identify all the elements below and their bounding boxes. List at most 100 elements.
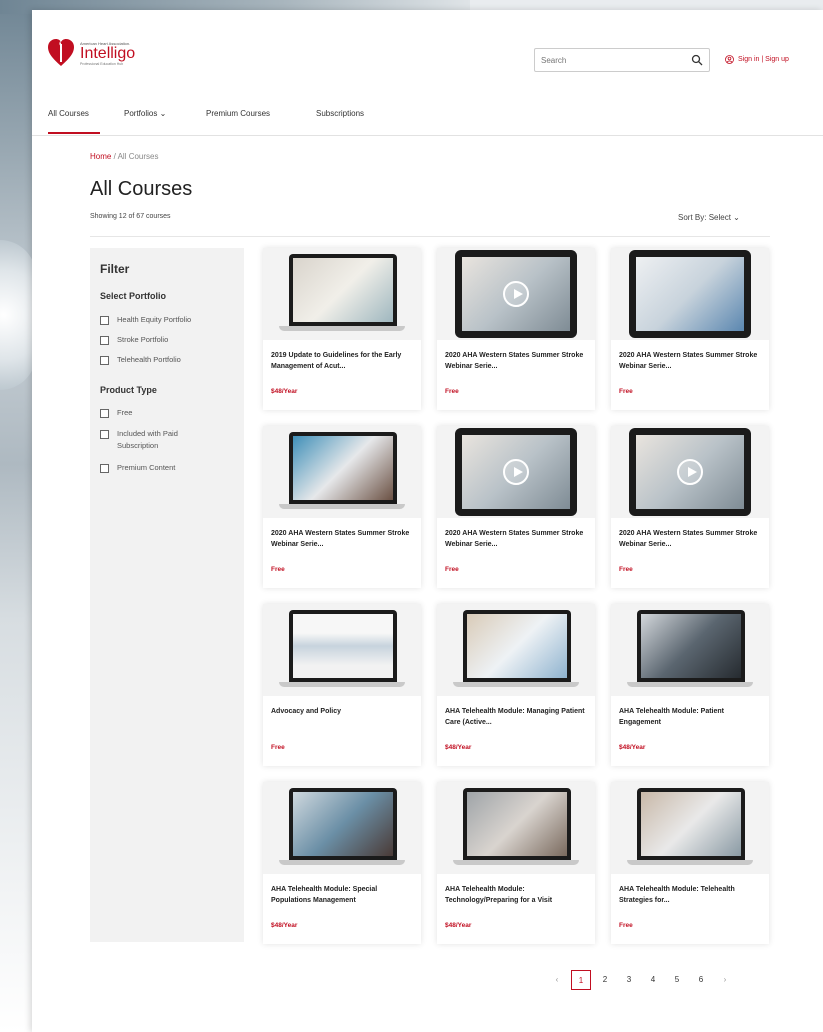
course-title[interactable]: AHA Telehealth Module: Patient Engagemen… (619, 706, 765, 728)
course-title[interactable]: 2020 AHA Western States Summer Stroke We… (445, 350, 591, 372)
pagination-page[interactable]: 1 (571, 970, 591, 990)
course-thumbnail (611, 248, 769, 340)
pagination-page[interactable]: 5 (667, 970, 687, 990)
brand-name: Intelligo (80, 44, 136, 62)
course-price: Free (619, 566, 633, 573)
course-title[interactable]: AHA Telehealth Module: Managing Patient … (445, 706, 591, 728)
pagination-prev[interactable]: ‹ (547, 970, 567, 990)
course-card[interactable]: 2020 AHA Western States Summer Stroke We… (263, 426, 421, 588)
checkbox[interactable] (100, 356, 109, 365)
option-label: Stroke Portfolio (117, 335, 169, 344)
page-title: All Courses (90, 178, 193, 200)
course-price: $48/Year (271, 388, 298, 395)
course-price: Free (271, 744, 285, 751)
course-thumbnail (437, 782, 595, 874)
course-title[interactable]: 2019 Update to Guidelines for the Early … (271, 350, 417, 372)
pagination-page[interactable]: 2 (595, 970, 615, 990)
option-label: Health Equity Portfolio (117, 315, 192, 324)
brand-logo[interactable]: American Heart Association. Intelligo Pr… (48, 38, 135, 68)
breadcrumb: Home / All Courses (90, 152, 158, 161)
course-price: Free (445, 388, 459, 395)
sort-control[interactable]: Sort By: Select ⌄ (678, 213, 740, 222)
sort-select[interactable]: Select ⌄ (709, 213, 740, 222)
course-card[interactable]: 2020 AHA Western States Summer Stroke We… (437, 426, 595, 588)
course-card[interactable]: AHA Telehealth Module: Patient Engagemen… (611, 604, 769, 766)
course-title[interactable]: AHA Telehealth Module: Special Populatio… (271, 884, 417, 906)
user-icon (725, 55, 734, 64)
signin-label: Sign in | Sign up (738, 56, 789, 63)
course-thumbnail (611, 604, 769, 696)
course-thumbnail (611, 426, 769, 518)
checkbox[interactable] (100, 316, 109, 325)
active-tab-indicator (48, 132, 100, 134)
pagination-page[interactable]: 4 (643, 970, 663, 990)
filter-option-telehealth[interactable]: Telehealth Portfolio (100, 354, 240, 366)
course-title[interactable]: AHA Telehealth Module: Telehealth Strate… (619, 884, 765, 906)
pagination-page[interactable]: 3 (619, 970, 639, 990)
search-icon[interactable] (691, 54, 703, 66)
course-card[interactable]: 2020 AHA Western States Summer Stroke We… (611, 248, 769, 410)
checkbox[interactable] (100, 430, 109, 439)
checkbox[interactable] (100, 336, 109, 345)
course-card[interactable]: 2019 Update to Guidelines for the Early … (263, 248, 421, 410)
checkbox[interactable] (100, 464, 109, 473)
course-thumbnail (437, 604, 595, 696)
course-price: Free (619, 388, 633, 395)
tab-subscriptions[interactable]: Subscriptions (316, 109, 364, 118)
divider (90, 236, 770, 237)
course-card[interactable]: AHA Telehealth Module: Managing Patient … (437, 604, 595, 766)
course-title[interactable]: 2020 AHA Western States Summer Stroke We… (445, 528, 591, 550)
course-price: $48/Year (445, 744, 472, 751)
filter-option-health-equity[interactable]: Health Equity Portfolio (100, 314, 240, 326)
course-card[interactable]: 2020 AHA Western States Summer Stroke We… (437, 248, 595, 410)
course-price: Free (445, 566, 459, 573)
course-price: $48/Year (271, 922, 298, 929)
filter-option-paid-subscription[interactable]: Included with Paid Subscription (100, 428, 210, 452)
tab-all-courses[interactable]: All Courses (48, 109, 89, 118)
filter-heading: Filter (100, 262, 130, 276)
pagination: ‹ 1 2 3 4 5 6 › (547, 970, 735, 990)
page-container: American Heart Association. Intelligo Pr… (32, 10, 823, 1032)
portfolio-heading: Select Portfolio (100, 291, 167, 301)
filter-option-premium[interactable]: Premium Content (100, 462, 240, 474)
pagination-page[interactable]: 6 (691, 970, 711, 990)
breadcrumb-home[interactable]: Home (90, 152, 111, 161)
background-photo-blob (0, 240, 36, 390)
search-input[interactable] (535, 49, 687, 71)
pagination-next[interactable]: › (715, 970, 735, 990)
filter-option-free[interactable]: Free (100, 407, 240, 419)
course-card[interactable]: AHA Telehealth Module: Telehealth Strate… (611, 782, 769, 944)
play-icon (677, 459, 703, 485)
option-label: Free (117, 408, 133, 417)
course-thumbnail (263, 426, 421, 518)
course-thumbnail (437, 248, 595, 340)
course-title[interactable]: 2020 AHA Western States Summer Stroke We… (619, 528, 765, 550)
course-card[interactable]: 2020 AHA Western States Summer Stroke We… (611, 426, 769, 588)
course-thumbnail (611, 782, 769, 874)
course-card[interactable]: AHA Telehealth Module: Technology/Prepar… (437, 782, 595, 944)
course-thumbnail (263, 248, 421, 340)
course-title[interactable]: AHA Telehealth Module: Technology/Prepar… (445, 884, 591, 906)
course-price: Free (619, 922, 633, 929)
main-nav: All Courses Portfolios ⌄ Premium Courses… (32, 100, 823, 136)
signin-link[interactable]: Sign in | Sign up (725, 55, 789, 64)
course-thumbnail (437, 426, 595, 518)
tab-premium-courses[interactable]: Premium Courses (206, 109, 270, 118)
product-type-heading: Product Type (100, 385, 157, 395)
breadcrumb-current: All Courses (117, 152, 159, 161)
checkbox[interactable] (100, 409, 109, 418)
course-card[interactable]: Advocacy and Policy Free (263, 604, 421, 766)
filter-option-stroke[interactable]: Stroke Portfolio (100, 334, 240, 346)
option-label: Telehealth Portfolio (117, 355, 181, 364)
course-price: Free (271, 566, 285, 573)
course-price: $48/Year (619, 744, 646, 751)
sort-label: Sort By: (678, 213, 707, 222)
tab-portfolios[interactable]: Portfolios ⌄ (124, 109, 166, 118)
course-card[interactable]: AHA Telehealth Module: Special Populatio… (263, 782, 421, 944)
option-label: Included with Paid Subscription (117, 429, 178, 450)
course-title[interactable]: Advocacy and Policy (271, 706, 417, 717)
brand-tagline: Professional Education Hub (80, 61, 124, 66)
course-price: $48/Year (445, 922, 472, 929)
course-title[interactable]: 2020 AHA Western States Summer Stroke We… (271, 528, 417, 550)
course-title[interactable]: 2020 AHA Western States Summer Stroke We… (619, 350, 765, 372)
